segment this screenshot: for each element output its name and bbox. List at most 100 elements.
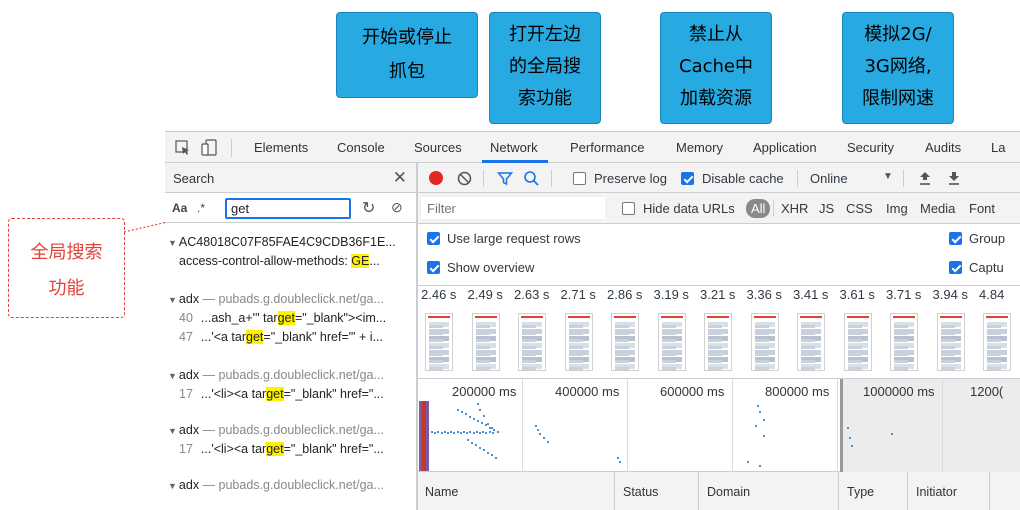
match-case-toggle[interactable]: Aa — [172, 201, 187, 215]
request-dot — [488, 431, 491, 433]
screenshot-thumbnail[interactable] — [564, 313, 593, 371]
type-filter-xhr[interactable]: XHR — [781, 201, 808, 216]
search-result-group[interactable]: ▼ AC48018C07F85FAE4C9CDB36F1E... access-c… — [165, 235, 416, 268]
request-dot — [763, 419, 765, 421]
tab-more[interactable]: La — [991, 140, 1005, 155]
overview-time-label: 1200( — [970, 384, 1004, 399]
result-line[interactable]: 17 ...'<li><a target="_blank" href="... — [165, 387, 416, 401]
screenshot-thumbnail[interactable] — [890, 313, 918, 371]
record-button[interactable] — [429, 171, 443, 185]
overview-selection-handle[interactable] — [840, 379, 843, 472]
chevron-down-icon[interactable]: ▼ — [883, 171, 893, 182]
screenshot-thumbnail[interactable] — [843, 313, 872, 371]
screenshot-thumbnail[interactable] — [750, 313, 779, 371]
request-dot — [491, 427, 493, 429]
filter-row: Hide data URLs All XHR JS CSS Img Media … — [417, 193, 1020, 224]
disable-cache-checkbox[interactable] — [681, 172, 694, 185]
capture-screenshots-checkbox[interactable] — [949, 261, 962, 274]
clear-icon[interactable]: ⊘ — [391, 199, 403, 216]
export-har-icon[interactable] — [947, 170, 961, 186]
search-input[interactable] — [225, 198, 351, 219]
column-status[interactable]: Status — [623, 485, 658, 499]
filter-input[interactable] — [421, 197, 605, 219]
frame-time: 2.63 s — [514, 287, 550, 302]
expand-triangle-icon[interactable]: ▼ — [168, 481, 177, 491]
column-domain[interactable]: Domain — [707, 485, 750, 499]
request-dot — [465, 413, 467, 416]
search-result-group[interactable]: ▼ adx — pubads.g.doubleclick.net/ga... — [165, 478, 416, 492]
overview-gridline — [522, 379, 523, 472]
import-har-icon[interactable] — [918, 170, 932, 186]
type-filter-font[interactable]: Font — [969, 201, 995, 216]
frame-time: 3.61 s — [839, 287, 875, 302]
type-filter-js[interactable]: JS — [819, 201, 834, 216]
tab-console[interactable]: Console — [337, 140, 385, 155]
column-initiator[interactable]: Initiator — [916, 485, 957, 499]
screenshot-thumbnail[interactable] — [611, 313, 639, 371]
group-by-frame-checkbox[interactable] — [949, 232, 962, 245]
result-line[interactable]: 40 ...ash_a+'" target="_blank"><im... — [165, 311, 416, 325]
request-dot — [456, 431, 459, 433]
type-filter-img[interactable]: Img — [886, 201, 908, 216]
tab-memory[interactable]: Memory — [676, 140, 723, 155]
request-dot — [491, 432, 494, 434]
filter-icon[interactable] — [497, 171, 513, 186]
regex-toggle[interactable]: .* — [197, 201, 205, 215]
screenshot-thumbnail[interactable] — [983, 313, 1011, 371]
network-overview[interactable]: 200000 ms 400000 ms 600000 ms 800000 ms 1000… — [417, 379, 1020, 472]
screenshot-thumbnail[interactable] — [657, 313, 686, 371]
frame-time: 3.71 s — [886, 287, 922, 302]
pane-divider[interactable] — [417, 163, 418, 510]
screenshot-thumbnail[interactable] — [518, 313, 546, 371]
screenshot-thumbnail[interactable] — [797, 313, 825, 371]
expand-triangle-icon[interactable]: ▼ — [168, 238, 177, 248]
expand-triangle-icon[interactable]: ▼ — [168, 371, 177, 381]
result-line[interactable]: 17 ...'<li><a target="_blank" href="... — [165, 442, 416, 456]
tab-audits[interactable]: Audits — [925, 140, 961, 155]
search-result-group[interactable]: ▼ adx — pubads.g.doubleclick.net/ga... 40… — [165, 292, 416, 344]
search-icon[interactable] — [523, 170, 540, 187]
tab-network[interactable]: Network — [490, 140, 538, 155]
result-line[interactable]: access-control-allow-methods: GE... — [165, 254, 416, 268]
tab-security[interactable]: Security — [847, 140, 894, 155]
tab-elements[interactable]: Elements — [254, 140, 308, 155]
type-filter-all[interactable]: All — [746, 199, 771, 218]
frame-time: 3.21 s — [700, 287, 736, 302]
clear-log-icon[interactable] — [457, 171, 472, 186]
throttle-select[interactable]: Online — [810, 171, 848, 186]
expand-triangle-icon[interactable]: ▼ — [168, 426, 177, 436]
refresh-icon[interactable]: ↻ — [362, 198, 375, 218]
tab-application[interactable]: Application — [753, 140, 817, 155]
request-dot — [481, 422, 483, 425]
hide-data-urls-checkbox[interactable] — [622, 202, 635, 215]
type-filter-media[interactable]: Media — [920, 201, 955, 216]
expand-triangle-icon[interactable]: ▼ — [168, 295, 177, 305]
screenshot-thumbnail[interactable] — [704, 313, 732, 371]
show-overview-checkbox[interactable] — [427, 261, 440, 274]
screenshot-thumbnail[interactable] — [425, 313, 453, 371]
search-result-group[interactable]: ▼ adx — pubads.g.doubleclick.net/ga... 17… — [165, 368, 416, 401]
inspect-element-icon[interactable] — [175, 140, 191, 156]
large-rows-checkbox[interactable] — [427, 232, 440, 245]
tab-sources[interactable]: Sources — [414, 140, 462, 155]
result-text: ...ash_a+'" tar — [200, 311, 278, 325]
request-dot — [539, 433, 541, 435]
request-dot — [619, 461, 621, 463]
callout-record: 开始或停止 抓包 — [336, 12, 478, 98]
preserve-log-checkbox[interactable] — [573, 172, 586, 185]
request-dot — [479, 409, 481, 411]
tab-performance[interactable]: Performance — [570, 140, 644, 155]
result-line[interactable]: 47 ...'<a target="_blank" href="' + i... — [165, 330, 416, 344]
screenshot-thumbnail[interactable] — [936, 313, 965, 371]
type-filter-css[interactable]: CSS — [846, 201, 873, 216]
column-type[interactable]: Type — [847, 485, 874, 499]
screenshot-thumbnail[interactable] — [471, 313, 500, 371]
close-icon[interactable]: ✕ — [393, 168, 407, 188]
result-text: access-control-allow-methods: — [179, 254, 352, 268]
request-dot — [431, 431, 433, 433]
search-result-group[interactable]: ▼ adx — pubads.g.doubleclick.net/ga... 17… — [165, 423, 416, 456]
request-dot — [537, 429, 539, 431]
search-input-row: Aa .* ↻ ⊘ — [165, 193, 416, 223]
column-name[interactable]: Name — [425, 485, 458, 499]
device-toolbar-icon[interactable] — [201, 139, 219, 157]
